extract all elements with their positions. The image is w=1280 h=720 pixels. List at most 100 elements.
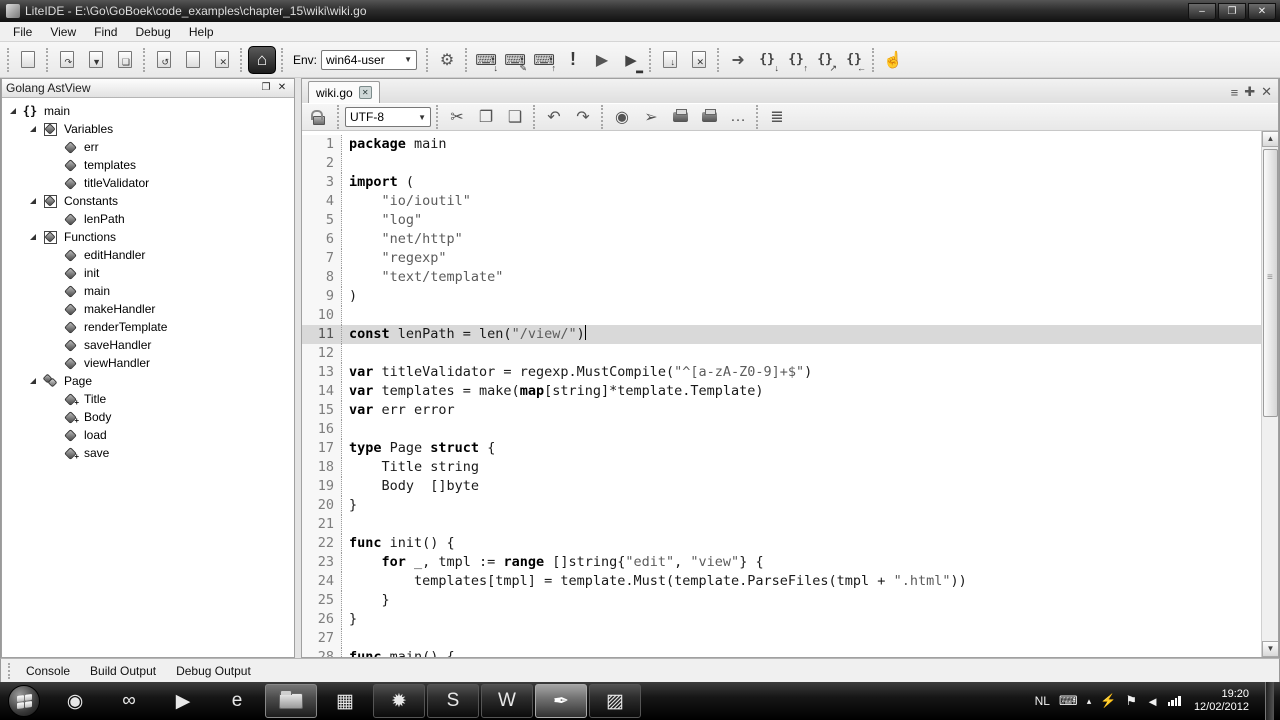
expand-arrow-icon[interactable] <box>30 198 36 204</box>
encoding-select[interactable]: UTF-8▼ <box>345 107 431 127</box>
code-line-19[interactable]: 19 Body []byte <box>302 477 1261 496</box>
copy-icon[interactable]: ❐ <box>473 104 499 130</box>
code-line-8[interactable]: 8 "text/template" <box>302 268 1261 287</box>
expand-arrow-icon[interactable] <box>30 126 36 132</box>
code-line-2[interactable]: 2 <box>302 154 1261 173</box>
brace-match-icon[interactable]: {}↗ <box>812 47 838 73</box>
open-file-icon[interactable]: ↷ <box>54 47 80 73</box>
network-icon[interactable] <box>1168 696 1181 706</box>
close-editor-icon[interactable]: ✕ <box>1261 84 1272 100</box>
minimize-button[interactable]: – <box>1188 3 1216 20</box>
tree-item-Constants[interactable]: Constants <box>2 192 294 210</box>
taskbar-vs-icon[interactable]: ◉ <box>49 684 101 718</box>
print-preview-icon[interactable] <box>696 104 722 130</box>
taskbar-media-player-icon[interactable]: ▶ <box>157 684 209 718</box>
scrollbar-thumb[interactable] <box>1263 149 1278 417</box>
save-all-icon[interactable]: ❏ <box>112 47 138 73</box>
code-line-21[interactable]: 21 <box>302 515 1261 534</box>
menu-file[interactable]: File <box>4 23 41 41</box>
tree-item-Title[interactable]: +Title <box>2 390 294 408</box>
code-line-3[interactable]: 3import ( <box>302 173 1261 192</box>
doc-delete-icon[interactable]: ✕ <box>686 47 712 73</box>
output-tab-console[interactable]: Console <box>16 661 80 681</box>
code-line-24[interactable]: 24 templates[tmpl] = template.Must(templ… <box>302 572 1261 591</box>
restore-button[interactable]: ❐ <box>1218 3 1246 20</box>
code-line-18[interactable]: 18 Title string <box>302 458 1261 477</box>
tree-item-editHandler[interactable]: editHandler <box>2 246 294 264</box>
taskbar-image-viewer-icon[interactable]: ▨ <box>589 684 641 718</box>
tree-item-main[interactable]: {}main <box>2 102 294 120</box>
code-line-25[interactable]: 25 } <box>302 591 1261 610</box>
tree-item-Variables[interactable]: Variables <box>2 120 294 138</box>
taskbar-word-icon[interactable]: W <box>481 684 533 718</box>
code-line-1[interactable]: 1package main <box>302 135 1261 154</box>
tree-item-err[interactable]: err <box>2 138 294 156</box>
publish-build-icon[interactable]: ⌨↑ <box>531 47 557 73</box>
code-line-5[interactable]: 5 "log" <box>302 211 1261 230</box>
file-icon[interactable] <box>180 47 206 73</box>
expand-arrow-icon[interactable] <box>30 378 36 384</box>
volume-icon[interactable]: ◄ <box>1146 694 1159 709</box>
code-line-14[interactable]: 14var templates = make(map[string]*templ… <box>302 382 1261 401</box>
editor-scrollbar[interactable]: ▲ ▼ <box>1261 131 1278 657</box>
paste-icon[interactable]: ❑ <box>502 104 528 130</box>
code-line-28[interactable]: 28func main() { <box>302 648 1261 657</box>
tree-item-Body[interactable]: +Body <box>2 408 294 426</box>
tree-item-makeHandler[interactable]: makeHandler <box>2 300 294 318</box>
jump-to-icon[interactable]: ➜ <box>725 47 751 73</box>
output-tab-build-output[interactable]: Build Output <box>80 661 166 681</box>
save-file-icon[interactable]: ▼ <box>83 47 109 73</box>
keyboard-icon[interactable]: ⌨ <box>1059 693 1078 709</box>
taskbar-expression-icon[interactable]: ∞ <box>103 684 155 718</box>
more-icon[interactable]: … <box>725 104 751 130</box>
code-line-20[interactable]: 20} <box>302 496 1261 515</box>
export-icon[interactable]: ➢ <box>638 104 664 130</box>
float-panel-icon[interactable]: ❐ <box>258 81 274 95</box>
code-line-4[interactable]: 4 "io/ioutil" <box>302 192 1261 211</box>
tree-item-load[interactable]: load <box>2 426 294 444</box>
taskbar-calculator-icon[interactable]: ▦ <box>319 684 371 718</box>
close-panel-icon[interactable]: ✕ <box>274 81 290 95</box>
code-line-13[interactable]: 13var titleValidator = regexp.MustCompil… <box>302 363 1261 382</box>
code-line-23[interactable]: 23 for _, tmpl := range []string{"edit",… <box>302 553 1261 572</box>
options-gear-icon[interactable]: ⚙ <box>434 47 460 73</box>
taskbar-firefox-icon[interactable]: ✹ <box>373 684 425 718</box>
tree-item-Functions[interactable]: Functions <box>2 228 294 246</box>
scroll-down-icon[interactable]: ▼ <box>1262 641 1278 657</box>
action-center-flag-icon[interactable]: ⚑ <box>1125 693 1137 709</box>
code-line-6[interactable]: 6 "net/http" <box>302 230 1261 249</box>
code-line-17[interactable]: 17type Page struct { <box>302 439 1261 458</box>
reload-file-icon[interactable]: ↺ <box>151 47 177 73</box>
tree-item-titleValidator[interactable]: titleValidator <box>2 174 294 192</box>
code-line-10[interactable]: 10 <box>302 306 1261 325</box>
menu-debug[interactable]: Debug <box>126 23 179 41</box>
tree-item-viewHandler[interactable]: viewHandler <box>2 354 294 372</box>
expand-arrow-icon[interactable] <box>10 108 16 114</box>
power-icon[interactable]: ⚡ <box>1100 693 1116 709</box>
code-line-12[interactable]: 12 <box>302 344 1261 363</box>
code-line-9[interactable]: 9) <box>302 287 1261 306</box>
run-build-icon[interactable]: ▶▂ <box>618 47 644 73</box>
pan-icon[interactable]: ☝ <box>880 47 906 73</box>
scroll-up-icon[interactable]: ▲ <box>1262 131 1278 147</box>
add-editor-icon[interactable]: ✚ <box>1244 84 1255 100</box>
run-icon[interactable]: ▶ <box>589 47 615 73</box>
tab-close-icon[interactable]: ✕ <box>359 86 372 99</box>
brace-end-icon[interactable]: {}↑ <box>783 47 809 73</box>
code-line-26[interactable]: 26} <box>302 610 1261 629</box>
cut-icon[interactable]: ✂ <box>444 104 470 130</box>
tree-item-lenPath[interactable]: lenPath <box>2 210 294 228</box>
tab-wiki-go[interactable]: wiki.go ✕ <box>308 81 380 103</box>
edit-build-icon[interactable]: ⌨✎ <box>502 47 528 73</box>
expand-arrow-icon[interactable] <box>30 234 36 240</box>
code-area[interactable]: 1package main23import (4 "io/ioutil"5 "l… <box>302 131 1278 657</box>
language-indicator[interactable]: NL <box>1035 694 1050 708</box>
home-button[interactable]: ⌂ <box>248 46 276 74</box>
build-icon[interactable]: ⌨↓ <box>473 47 499 73</box>
tree-item-templates[interactable]: templates <box>2 156 294 174</box>
code-line-22[interactable]: 22func init() { <box>302 534 1261 553</box>
doc-export-icon[interactable]: ↓ <box>657 47 683 73</box>
print-icon[interactable] <box>667 104 693 130</box>
editor-list-icon[interactable]: ≡ <box>1231 85 1239 100</box>
new-file-icon[interactable] <box>15 47 41 73</box>
